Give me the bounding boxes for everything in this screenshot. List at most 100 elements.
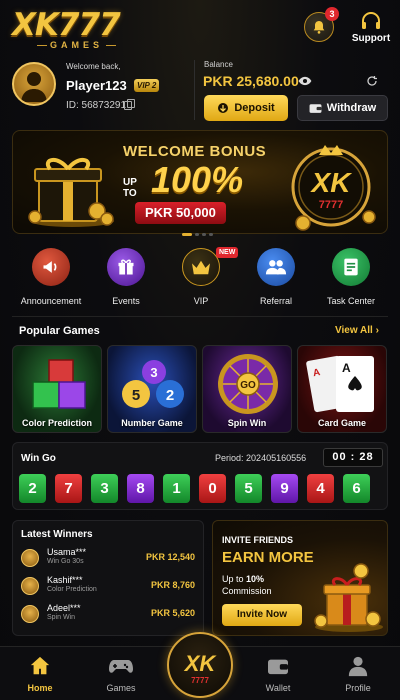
banner-logo-text: XK [311, 167, 351, 198]
wallet-withdraw-icon [309, 104, 322, 113]
quick-item-label: Referral [259, 296, 292, 306]
welcome-text: Welcome back, [66, 62, 121, 71]
user-avatar-icon [21, 72, 47, 102]
winner-game: Color Prediction [47, 586, 97, 593]
winner-avatar [21, 605, 39, 623]
result-ball: 9 [271, 474, 298, 503]
nav-home[interactable]: Home [10, 655, 70, 699]
center-home-logo-button[interactable]: XK 7777 [167, 632, 233, 698]
winner-avatar [21, 577, 39, 595]
quick-item-label: Events [112, 296, 140, 306]
countdown-timer: 00 : 28 [323, 448, 383, 467]
view-all-link[interactable]: View All › [335, 325, 379, 336]
refresh-icon[interactable] [366, 75, 378, 87]
result-ball: 6 [343, 474, 370, 503]
nav-label: Home [27, 683, 53, 693]
quick-menu: Announcement Events VIP NEW Referral Tas [12, 244, 388, 308]
game-card-spin-win[interactable]: GO Spin Win [202, 345, 292, 433]
deposit-icon [218, 103, 229, 113]
balance-label: Balance [204, 60, 233, 69]
winner-name: Adeel*** [47, 603, 81, 613]
center-logo-sub: 7777 [191, 676, 209, 685]
period-value: 202405160556 [246, 453, 307, 463]
nav-label: Wallet [265, 683, 291, 693]
nav-label: Profile [345, 683, 371, 693]
avatar[interactable] [12, 62, 56, 106]
game-card-number-game[interactable]: 3 5 2 Number Game [107, 345, 197, 433]
invite-friends-panel: INVITE FRIENDS EARN MORE Up to 10% Commi… [212, 520, 388, 636]
result-ball: 7 [55, 474, 82, 503]
deposit-label: Deposit [234, 102, 275, 114]
invite-up-to-text: Up to [222, 574, 244, 584]
username: Player123 [66, 78, 127, 93]
wingo-title: Win Go [21, 453, 56, 464]
banner-title: WELCOME BONUS [123, 143, 267, 160]
quick-item-label: VIP [193, 296, 209, 306]
people-icon [257, 248, 295, 286]
quick-item-label: Task Center [326, 296, 376, 306]
winner-row: Kashif*** Color Prediction PKR 8,760 [19, 575, 199, 599]
game-card-card-game[interactable]: A A Card Game [297, 345, 387, 433]
welcome-bonus-banner[interactable]: WELCOME BONUS UP TO 100% PKR 50,000 XK 7… [12, 130, 388, 234]
banner-dot[interactable] [202, 233, 206, 236]
winner-row: Usama*** Win Go 30s PKR 12,540 [19, 547, 199, 571]
banner-dot-active[interactable] [182, 233, 192, 236]
invite-now-button[interactable]: Invite Now [222, 604, 302, 626]
result-ball: 3 [91, 474, 118, 503]
winner-amount: PKR 8,760 [150, 580, 195, 590]
winner-row: Adeel*** Spin Win PKR 5,620 [19, 603, 199, 627]
notification-badge: 3 [325, 7, 339, 21]
period-label: Period: [215, 453, 244, 463]
result-ball: 2 [19, 474, 46, 503]
quick-item-events[interactable]: Events [89, 248, 163, 308]
gift-icon [107, 248, 145, 286]
banner-dot[interactable] [195, 233, 199, 236]
support-button[interactable]: Support [350, 10, 392, 48]
invite-up-to: Up to 10% [222, 574, 264, 584]
withdraw-label: Withdraw [326, 102, 377, 114]
quick-item-announcement[interactable]: Announcement [14, 248, 88, 308]
winner-game: Spin Win [47, 614, 76, 621]
nav-profile[interactable]: Profile [328, 655, 388, 699]
top-header: XK777 GAMES 3 Support [0, 0, 400, 56]
wingo-panel[interactable]: Win Go Period: 202405160556 00 : 28 2 7 … [12, 442, 388, 510]
invite-commission: Commission [222, 586, 272, 596]
result-ball: 1 [163, 474, 190, 503]
game-label: Color Prediction [21, 418, 92, 428]
account-divider [194, 60, 195, 120]
notification-button[interactable]: 3 [304, 7, 339, 42]
svg-text:5: 5 [132, 387, 140, 404]
result-ball: 8 [127, 474, 154, 503]
withdraw-button[interactable]: Withdraw [297, 95, 388, 121]
popular-games-title: Popular Games [19, 325, 100, 337]
quick-item-label: Announcement [20, 296, 82, 306]
nav-wallet[interactable]: Wallet [248, 655, 308, 699]
brand-logo[interactable]: XK777 GAMES [12, 8, 137, 52]
nav-label: Games [106, 683, 136, 693]
winner-name: Usama*** [47, 547, 87, 557]
balance-value: PKR 25,680.00 [203, 73, 299, 89]
banner-dot[interactable] [209, 233, 213, 236]
nav-games[interactable]: Games [91, 655, 151, 699]
eye-icon[interactable] [298, 76, 312, 86]
wingo-results: 2 7 3 8 1 0 5 9 4 6 [19, 474, 370, 503]
invite-title: INVITE FRIENDS [222, 535, 294, 545]
gift-box-illustration [28, 158, 114, 227]
result-ball: 5 [235, 474, 262, 503]
copy-icon[interactable] [124, 99, 135, 110]
banner-logo-sub: 7777 [318, 199, 344, 211]
support-label: Support [351, 33, 391, 44]
winner-game: Win Go 30s [47, 558, 84, 565]
game-label: Card Game [317, 418, 367, 428]
game-card-color-prediction[interactable]: Color Prediction [12, 345, 102, 433]
gamepad-icon [109, 660, 133, 673]
banner-pagination [182, 233, 213, 239]
banner-amount: PKR 50,000 [135, 202, 226, 224]
quick-item-referral[interactable]: Referral [239, 248, 313, 308]
quick-item-task-center[interactable]: Task Center [314, 248, 388, 308]
deposit-button[interactable]: Deposit [204, 95, 288, 121]
new-badge: NEW [216, 247, 239, 258]
home-icon [30, 656, 50, 675]
megaphone-icon [32, 248, 70, 286]
period-info: Period: 202405160556 [215, 453, 306, 463]
